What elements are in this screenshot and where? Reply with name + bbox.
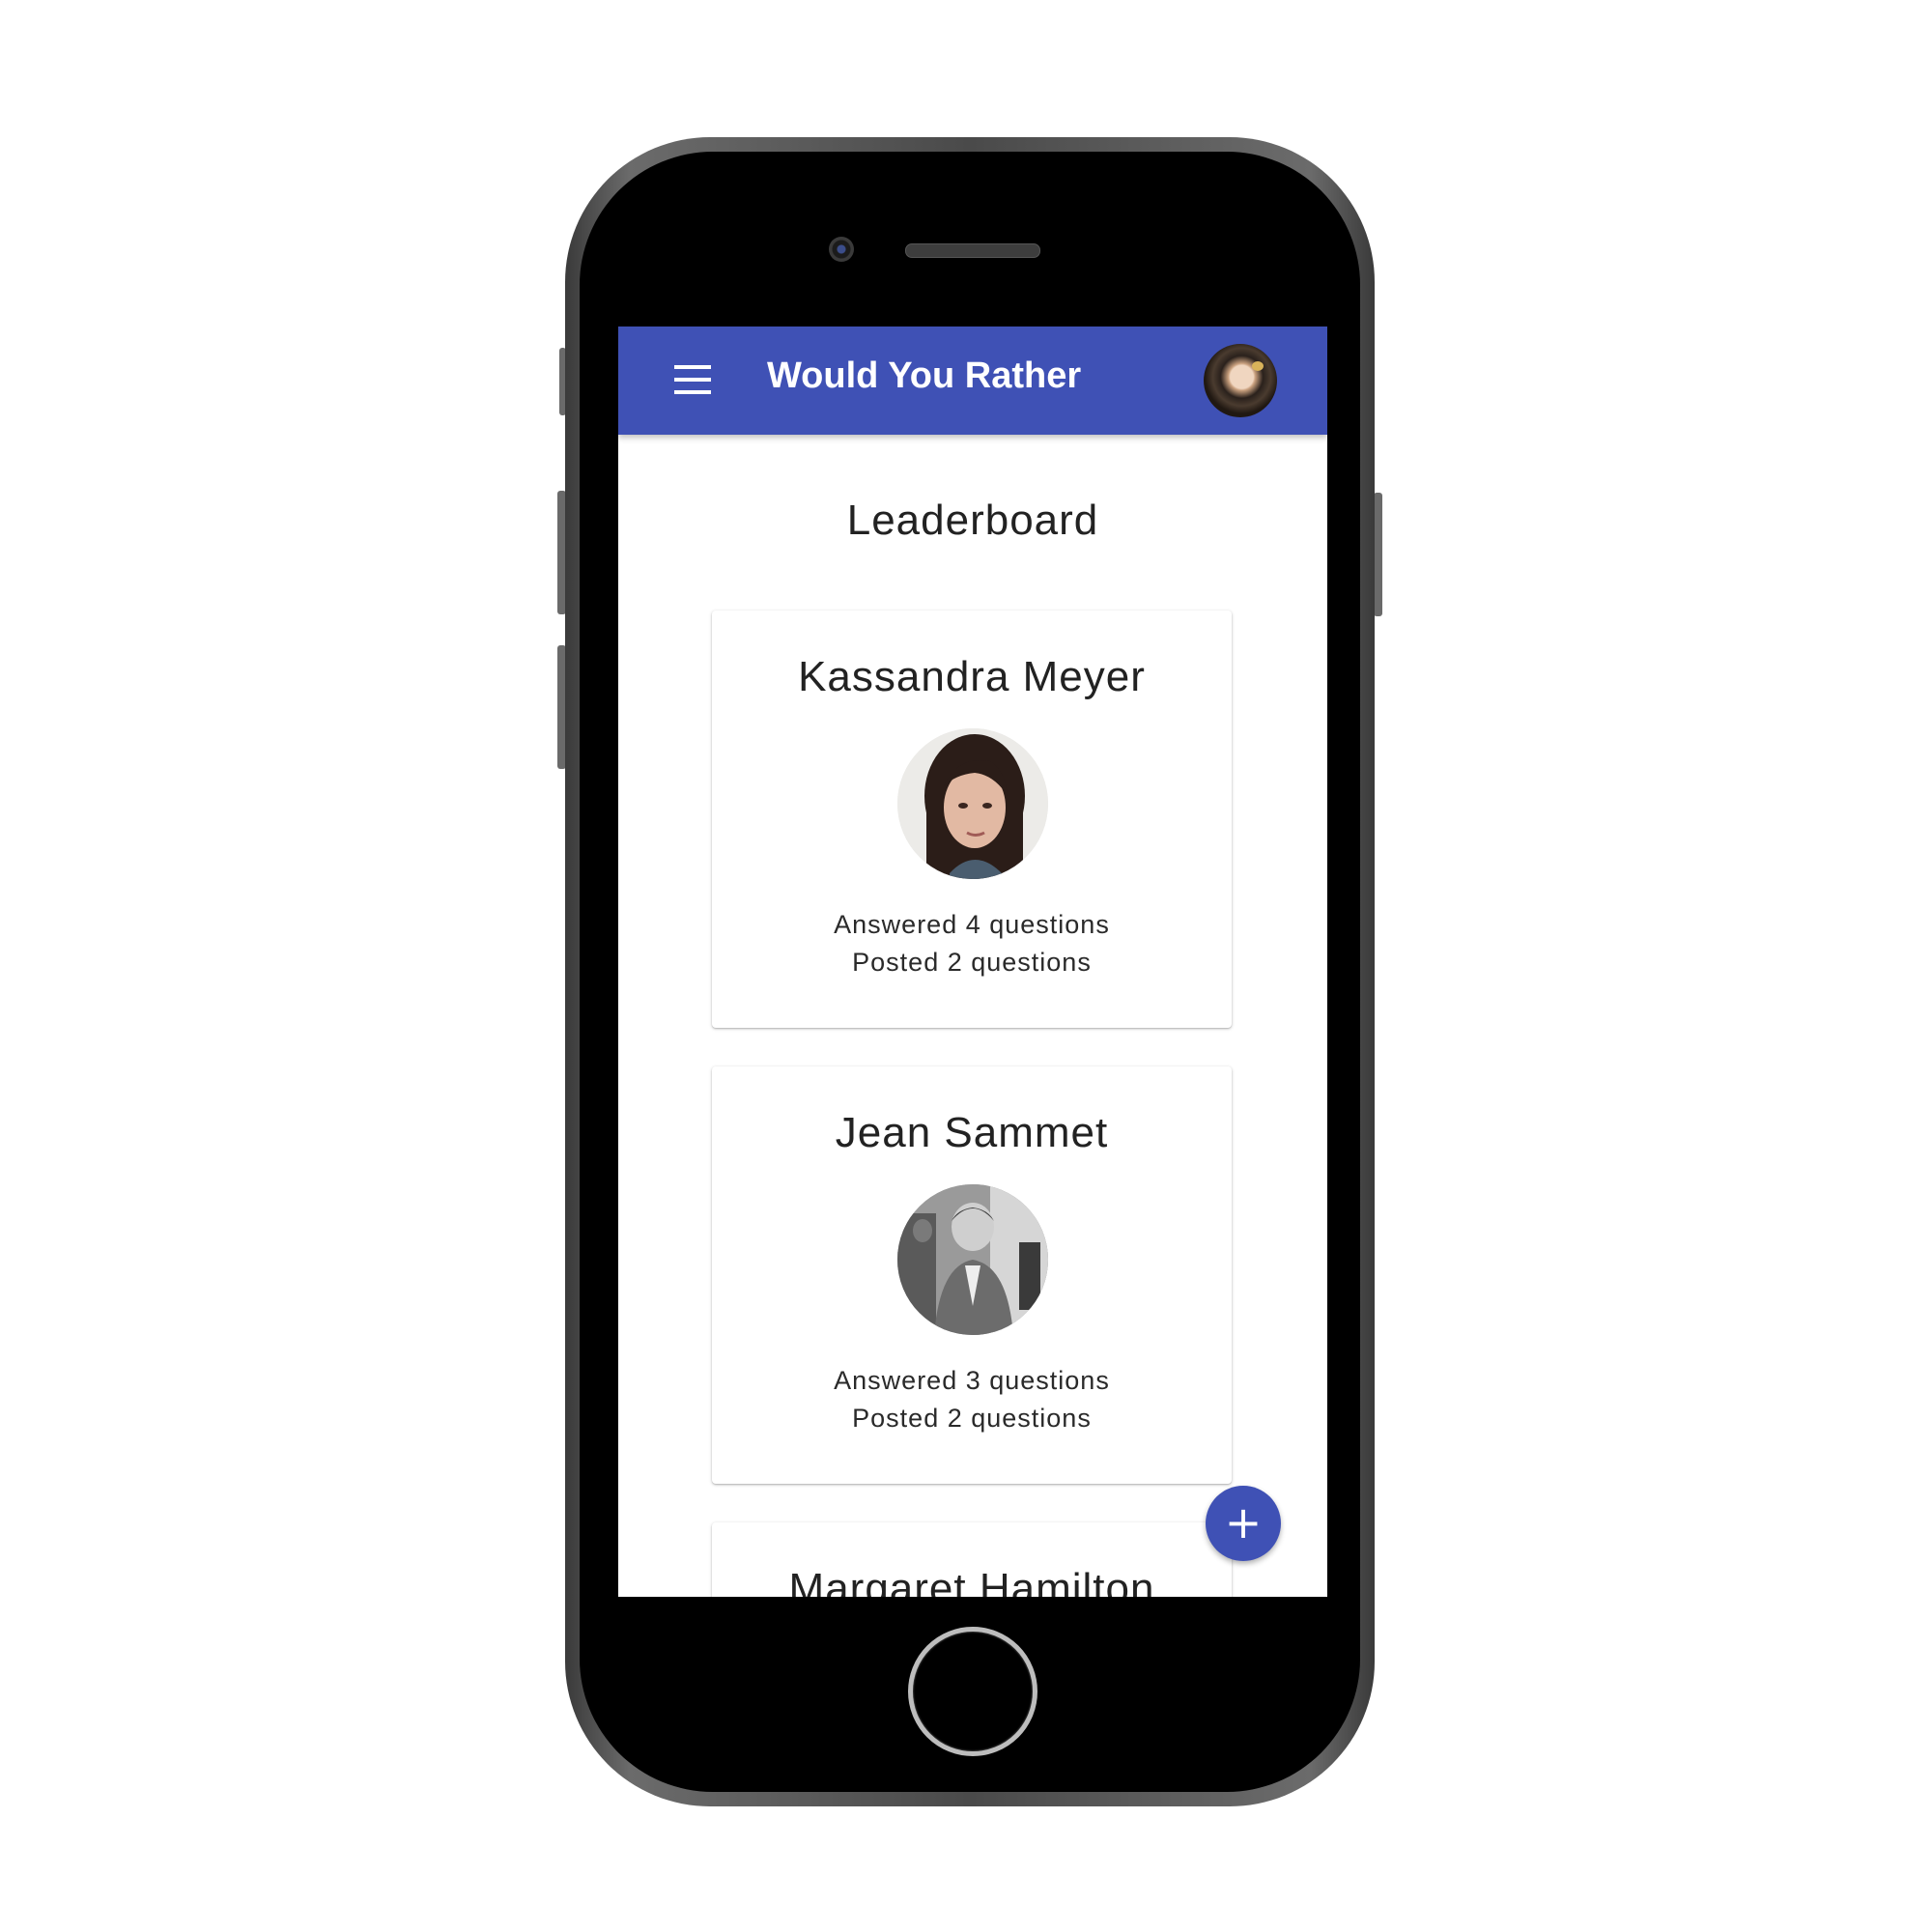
user-name: Jean Sammet bbox=[835, 1109, 1109, 1156]
phone-screen: Would You Rather Leaderboard Kassandra M… bbox=[618, 327, 1327, 1597]
app-title: Would You Rather bbox=[767, 355, 1082, 396]
user-avatar[interactable] bbox=[1204, 344, 1277, 417]
portrait-image bbox=[897, 728, 1048, 879]
menu-icon[interactable] bbox=[674, 365, 711, 394]
posted-count: Posted 2 questions bbox=[852, 1404, 1092, 1433]
user-avatar-image bbox=[897, 728, 1048, 879]
posted-count: Posted 2 questions bbox=[852, 948, 1092, 977]
answered-count: Answered 4 questions bbox=[834, 910, 1110, 939]
app-bar: Would You Rather bbox=[618, 327, 1327, 435]
portrait-image bbox=[897, 1184, 1048, 1335]
add-question-button[interactable]: + bbox=[1206, 1486, 1281, 1561]
user-name: Margaret Hamilton bbox=[788, 1565, 1155, 1597]
user-name: Kassandra Meyer bbox=[798, 653, 1146, 700]
home-button[interactable] bbox=[908, 1627, 1037, 1756]
camera-icon bbox=[829, 237, 854, 262]
leaderboard-card: Kassandra Meyer Answered 4 questions Pos… bbox=[712, 611, 1232, 1028]
answered-count: Answered 3 questions bbox=[834, 1366, 1110, 1395]
leaderboard-card: Margaret Hamilton bbox=[712, 1522, 1232, 1597]
stage: Would You Rather Leaderboard Kassandra M… bbox=[0, 0, 1932, 1932]
leaderboard-card: Jean Sammet Answered 3 questions Posted … bbox=[712, 1066, 1232, 1484]
page-title: Leaderboard bbox=[846, 497, 1099, 544]
avatar-decoration bbox=[1252, 361, 1264, 371]
plus-icon: + bbox=[1224, 1496, 1263, 1548]
user-avatar-image bbox=[897, 1184, 1048, 1335]
speaker-grille bbox=[905, 243, 1040, 258]
power-button bbox=[1374, 493, 1382, 616]
